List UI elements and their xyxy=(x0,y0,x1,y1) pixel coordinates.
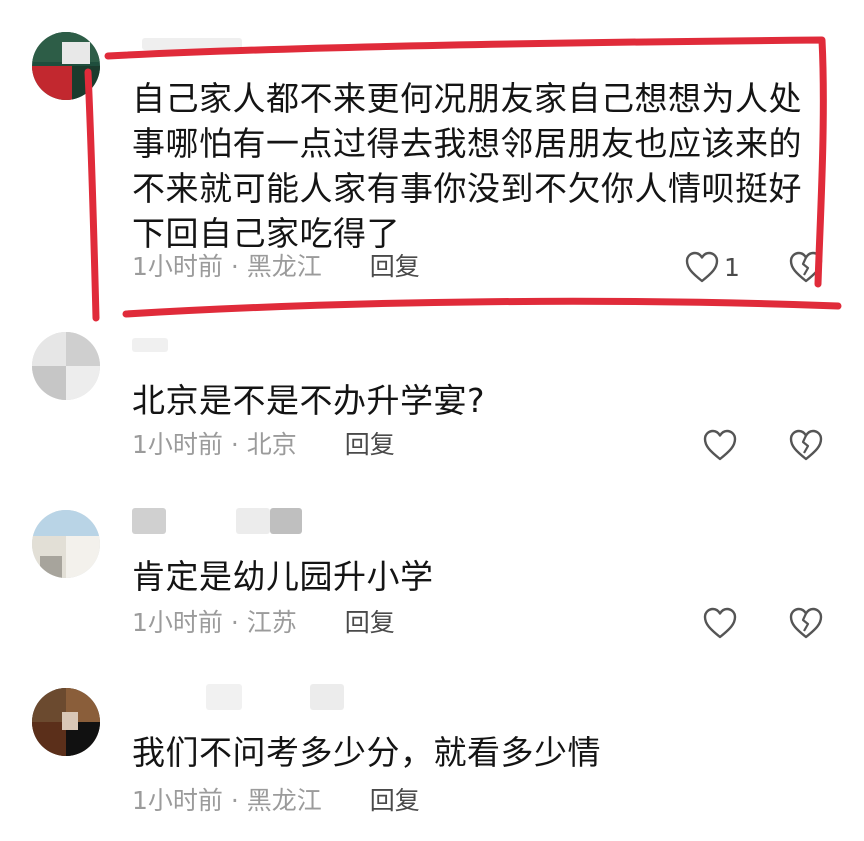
heart-icon xyxy=(703,607,737,639)
broken-heart-icon xyxy=(789,607,823,639)
comment-text: 北京是不是不办升学宴? xyxy=(132,381,486,420)
meta-separator: · xyxy=(230,430,239,459)
meta-separator: · xyxy=(230,786,239,815)
comment-text: 自己家人都不来更何况朋友家自己想想为人处事哪怕有一点过得去我想邻居朋友也应该来的… xyxy=(132,79,802,253)
comment-time: 1小时前 xyxy=(132,430,223,459)
comment-text: 肯定是幼儿园升小学 xyxy=(132,557,434,596)
comment-time: 1小时前 xyxy=(132,608,223,637)
comment-meta: 1小时前 · 北京 回复 xyxy=(132,428,395,462)
comment-location: 北京 xyxy=(246,430,297,459)
avatar[interactable] xyxy=(32,510,100,578)
username-blurred[interactable] xyxy=(132,684,344,710)
dislike-button[interactable] xyxy=(788,247,824,287)
comment-item-2: 北京是不是不办升学宴? 1小时前 · 北京 回复 xyxy=(0,330,864,500)
broken-heart-icon xyxy=(789,429,823,461)
reply-button[interactable]: 回复 xyxy=(370,252,420,281)
heart-icon xyxy=(703,429,737,461)
broken-heart-icon xyxy=(789,251,823,283)
comment-item-4: 我们不问考多少分，就看多少情 1小时前 · 黑龙江 回复 xyxy=(0,680,864,841)
comment-location: 黑龙江 xyxy=(246,786,322,815)
like-count: 1 xyxy=(724,252,740,282)
comment-meta: 1小时前 · 黑龙江 回复 xyxy=(132,250,420,284)
comment-text: 我们不问考多少分，就看多少情 xyxy=(132,733,601,772)
dislike-button[interactable] xyxy=(788,603,824,643)
reply-button[interactable]: 回复 xyxy=(345,430,395,459)
comment-meta: 1小时前 · 江苏 回复 xyxy=(132,606,395,640)
like-button[interactable] xyxy=(702,425,738,465)
comment-meta: 1小时前 · 黑龙江 回复 xyxy=(132,784,420,818)
avatar[interactable] xyxy=(32,32,100,100)
like-button[interactable]: 1 xyxy=(684,247,740,287)
reply-button[interactable]: 回复 xyxy=(370,786,420,815)
username-blurred[interactable] xyxy=(132,38,252,64)
avatar[interactable] xyxy=(32,332,100,400)
username-blurred[interactable] xyxy=(132,338,192,364)
like-button[interactable] xyxy=(702,603,738,643)
heart-icon xyxy=(685,251,719,283)
meta-separator: · xyxy=(230,608,239,637)
avatar[interactable] xyxy=(32,688,100,756)
comment-time: 1小时前 xyxy=(132,252,223,281)
comment-location: 黑龙江 xyxy=(246,252,322,281)
meta-separator: · xyxy=(230,252,239,281)
comment-list: 自己家人都不来更何况朋友家自己想想为人处事哪怕有一点过得去我想邻居朋友也应该来的… xyxy=(0,0,864,841)
username-blurred[interactable] xyxy=(132,508,312,534)
comment-item-3: 肯定是幼儿园升小学 1小时前 · 江苏 回复 xyxy=(0,500,864,680)
reply-button[interactable]: 回复 xyxy=(345,608,395,637)
comment-item-1: 自己家人都不来更何况朋友家自己想想为人处事哪怕有一点过得去我想邻居朋友也应该来的… xyxy=(0,0,864,330)
dislike-button[interactable] xyxy=(788,425,824,465)
comment-time: 1小时前 xyxy=(132,786,223,815)
comment-location: 江苏 xyxy=(246,608,297,637)
